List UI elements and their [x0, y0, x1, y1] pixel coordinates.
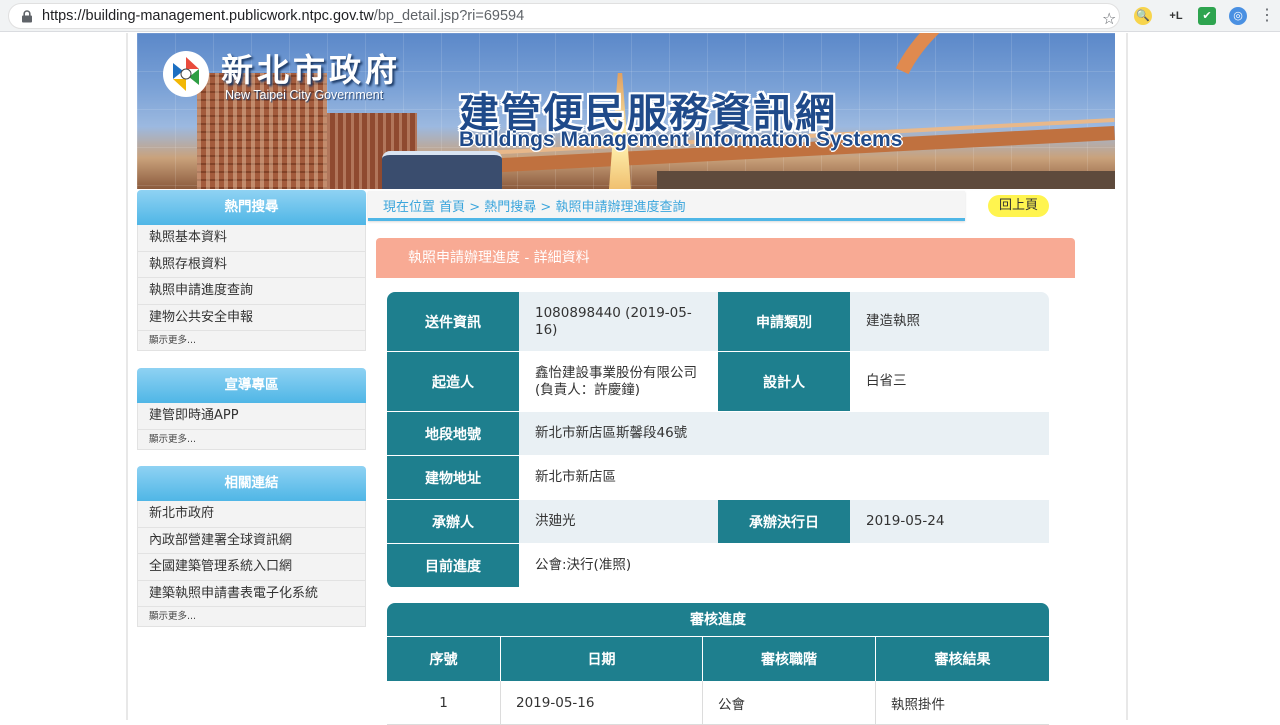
handler-label: 承辦人 — [387, 500, 519, 543]
address-value: 新北市新店區 — [519, 456, 1049, 499]
designer-value: 白省三 — [850, 352, 1049, 411]
table-row: 1 2019-05-16 公會 執照掛件 — [387, 681, 1049, 725]
ntpc-logo-icon[interactable] — [163, 51, 209, 97]
review-col-result: 審核結果 — [934, 652, 991, 668]
review-cell-result: 執照掛件 — [891, 696, 945, 713]
gov-name-chinese: 新北市政府 — [221, 51, 402, 89]
menu-kebab-icon[interactable]: ⋮ — [1258, 7, 1276, 25]
river-band — [657, 171, 1115, 189]
detail-row-submit: 送件資訊 1080898440 (2019-05-16) 申請類別 建造執照 — [387, 292, 1049, 352]
sidebar-item-cpami[interactable]: 內政部營建署全球資訊網 — [137, 527, 366, 554]
lplus-extension-icon[interactable]: +L — [1165, 7, 1187, 25]
sidebar-popular: 熱門搜尋 執照基本資料 執照存根資料 執照申請進度查詢 建物公共安全申報 顯示更… — [137, 190, 366, 351]
review-col-no: 序號 — [387, 637, 501, 681]
sidebar-promo-more-link[interactable]: 顯示更多... — [137, 429, 366, 450]
breadcrumb-text[interactable]: 現在位置 首頁 > 熱門搜尋 > 執照申請辦理進度查詢 — [383, 196, 685, 215]
sidebar-item-national-portal[interactable]: 全國建築管理系統入口網 — [137, 554, 366, 581]
submit-label: 送件資訊 — [387, 292, 519, 351]
gov-name-english: New Taipei City Government — [225, 88, 384, 102]
lock-icon — [22, 10, 32, 23]
globe-extension-icon[interactable]: ◎ — [1229, 7, 1247, 25]
decision-date-label: 承辦決行日 — [718, 500, 850, 543]
sidebar-links: 相關連結 新北市政府 內政部營建署全球資訊網 全國建築管理系統入口網 建築執照申… — [137, 466, 366, 627]
review-col-date: 日期 — [501, 637, 703, 681]
address-bar[interactable]: https://building-management.publicwork.n… — [8, 3, 1120, 29]
detail-row-progress: 目前進度 公會:決行(准照) — [387, 544, 1049, 588]
bookmark-star-icon[interactable]: ☆ — [1102, 9, 1116, 28]
back-button[interactable]: 回上頁 — [988, 195, 1049, 217]
search-extension-icon[interactable]: 🔍 — [1134, 7, 1152, 25]
lot-label: 地段地號 — [387, 412, 519, 455]
detail-row-handler: 承辦人 洪廸光 承辦決行日 2019-05-24 — [387, 500, 1049, 544]
sidebar-item-license-stub[interactable]: 執照存根資料 — [137, 251, 366, 278]
page-edge-right — [1126, 33, 1128, 720]
review-col-level: 審核職階 — [703, 637, 876, 681]
review-header-row: 序號 日期 審核職階 審核結果 — [387, 637, 1049, 681]
review-cell-no: 1 — [387, 681, 501, 724]
review-title: 審核進度 — [387, 603, 1049, 637]
sidebar-item-app[interactable]: 建管即時通APP — [137, 403, 366, 430]
lot-value: 新北市新店區斯馨段46號 — [519, 412, 1049, 455]
check-extension-icon[interactable]: ✔ — [1198, 7, 1216, 25]
site-subtitle: Buildings Management Information Systems — [459, 128, 903, 151]
url-text: https://building-management.publicwork.n… — [42, 8, 525, 24]
review-cell-level: 公會 — [703, 681, 876, 724]
address-label: 建物地址 — [387, 456, 519, 499]
sidebar-item-safety-report[interactable]: 建物公共安全申報 — [137, 304, 366, 331]
stadium-building — [382, 151, 502, 189]
sidebar-links-more-link[interactable]: 顯示更多... — [137, 607, 366, 627]
progress-label: 目前進度 — [387, 544, 519, 587]
type-value: 建造執照 — [850, 292, 1049, 351]
sidebar-promo: 宣導專區 建管即時通APP 顯示更多... — [137, 368, 366, 450]
browser-toolbar: https://building-management.publicwork.n… — [0, 0, 1280, 32]
detail-row-address: 建物地址 新北市新店區 — [387, 456, 1049, 500]
applicant-value: 鑫怡建設事業股份有限公司(負責人：許慶鐘) — [519, 352, 718, 411]
sidebar-promo-header: 宣導專區 — [137, 368, 366, 403]
detail-row-lot: 地段地號 新北市新店區斯馨段46號 — [387, 412, 1049, 456]
sidebar-item-license-basic[interactable]: 執照基本資料 — [137, 225, 366, 252]
designer-label: 設計人 — [718, 352, 850, 411]
submit-value: 1080898440 (2019-05-16) — [519, 292, 718, 351]
review-cell-date: 2019-05-16 — [501, 681, 703, 724]
applicant-label: 起造人 — [387, 352, 519, 411]
review-table: 審核進度 序號 日期 審核職階 審核結果 1 2019-05-16 公會 執照掛… — [387, 603, 1049, 725]
sidebar-popular-more-link[interactable]: 顯示更多... — [137, 331, 366, 351]
sidebar-popular-header: 熱門搜尋 — [137, 190, 366, 225]
site-banner: 新北市政府 New Taipei City Government 建管便民服務資… — [137, 33, 1115, 189]
type-label: 申請類別 — [718, 292, 850, 351]
sidebar-links-header: 相關連結 — [137, 466, 366, 501]
sidebar-item-progress-query[interactable]: 執照申請進度查詢 — [137, 278, 366, 305]
decision-date-value: 2019-05-24 — [850, 500, 1049, 543]
progress-value: 公會:決行(准照) — [519, 544, 1049, 587]
detail-table: 送件資訊 1080898440 (2019-05-16) 申請類別 建造執照 起… — [387, 292, 1049, 588]
sidebar-item-ntpc[interactable]: 新北市政府 — [137, 501, 366, 528]
detail-row-applicant: 起造人 鑫怡建設事業股份有限公司(負責人：許慶鐘) 設計人 白省三 — [387, 352, 1049, 412]
sidebar-item-eform[interactable]: 建築執照申請書表電子化系統 — [137, 580, 366, 607]
section-title: 執照申請辦理進度 - 詳細資料 — [376, 238, 1075, 278]
handler-value: 洪廸光 — [519, 500, 718, 543]
breadcrumb: 現在位置 首頁 > 熱門搜尋 > 執照申請辦理進度查詢 — [368, 191, 965, 221]
